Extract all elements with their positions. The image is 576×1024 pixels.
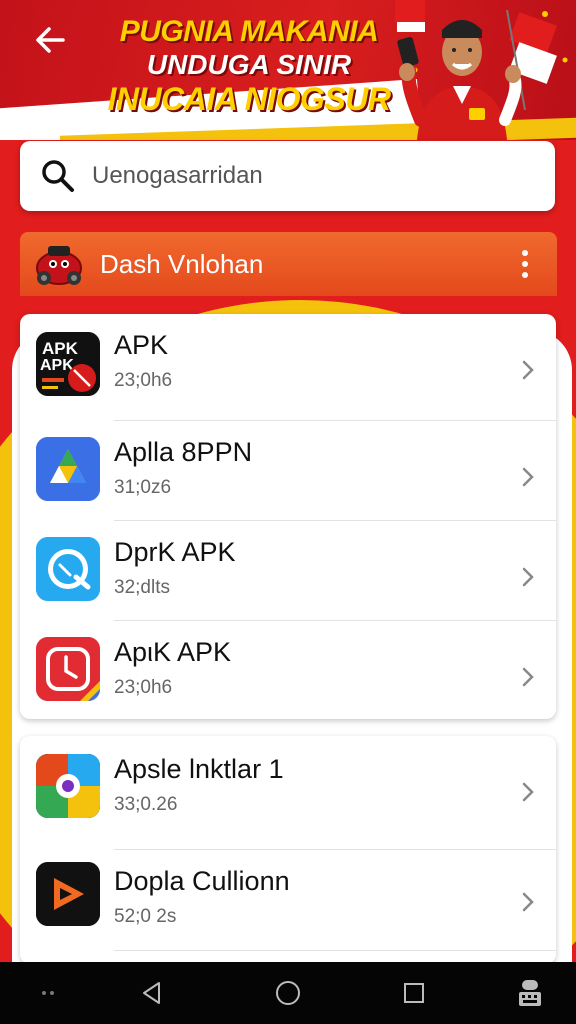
app-name: DprK APK [114, 537, 236, 567]
app-list-card-secondary: Apsle lnktlar 1 33;0.26 Dopla Cullionn 5… [20, 736, 556, 964]
list-item-apk[interactable]: APK APK APK 23;0h6 [20, 314, 556, 414]
app-size: 32;dlts [114, 577, 170, 598]
list-item-aplla[interactable]: Aplla 8PPN 31;0z6 [20, 421, 556, 521]
arrow-left-icon [36, 27, 65, 53]
promo-person-image [395, 0, 568, 140]
section-title: Dash Vnlohan [100, 248, 264, 279]
apk-red-icon: APK APK [36, 332, 100, 396]
search-input[interactable] [92, 162, 512, 190]
chevron-right-icon [522, 782, 534, 802]
circle-home-icon [276, 981, 300, 1005]
more-vert-icon [522, 250, 528, 257]
app-size: 52;0 2s [114, 906, 177, 927]
list-item-dprk[interactable]: DprK APK 32;dlts [20, 521, 556, 621]
app-name: Dopla Cullionn [114, 866, 290, 896]
app-size: 23;0h6 [114, 677, 173, 698]
system-nav-bar [0, 962, 576, 1024]
blue-chat-icon [36, 537, 100, 601]
app-name: Apsle lnktlar 1 [114, 754, 284, 784]
list-item-apik[interactable]: ApιK APK 23;0h6 [20, 621, 556, 721]
promo-banner[interactable]: PUGNIA MAKANIA UNDUGA SINIR INUCAIA NIOG… [0, 0, 576, 140]
chevron-right-icon [522, 360, 534, 380]
app-size: 31;0z6 [114, 477, 172, 498]
chevron-right-icon [522, 892, 534, 912]
nav-home-button[interactable] [268, 976, 308, 1010]
svg-text:APK: APK [42, 339, 79, 358]
drive-triangle-icon [36, 437, 100, 501]
nav-back-button[interactable] [134, 976, 170, 1010]
nav-recents-button[interactable] [396, 976, 432, 1010]
app-size: 33;0.26 [114, 794, 178, 815]
red-clock-icon [36, 637, 100, 701]
nav-dots-icon [36, 976, 60, 1010]
keyboard-icon [519, 980, 541, 1006]
divider [114, 950, 556, 951]
mascot-icon [36, 246, 82, 285]
app-size: 23;0h6 [114, 370, 173, 391]
banner-line-1: PUGNIA MAKANIA [119, 15, 379, 48]
list-item-apsle[interactable]: Apsle lnktlar 1 33;0.26 [20, 736, 556, 836]
app-name: Aplla 8PPN [114, 437, 253, 467]
square-recents-icon [404, 983, 424, 1003]
app-list-card: APK APK APK 23;0h6 Aplla 8PPN 31;0z6 Dpr… [20, 314, 556, 719]
orange-play-icon [36, 862, 100, 926]
search-icon [42, 160, 74, 192]
banner-line-3: INUCAIA NIOGSUR [107, 80, 391, 117]
banner-headline: PUGNIA MAKANIA UNDUGA SINIR INUCAIA NIOG… [104, 16, 394, 116]
banner-line-2: UNDUGA SINIR [146, 48, 352, 80]
nav-accessibility-button[interactable] [510, 976, 550, 1010]
list-item-dopla[interactable]: Dopla Cullionn 52;0 2s [20, 850, 556, 950]
chevron-right-icon [522, 567, 534, 587]
chevron-right-icon [522, 467, 534, 487]
game-collage-icon [36, 754, 100, 818]
more-options-button[interactable] [513, 248, 537, 280]
app-name: APK [114, 330, 169, 360]
chevron-right-icon [522, 667, 534, 687]
back-button[interactable] [28, 20, 72, 60]
section-header: Dash Vnlohan [20, 232, 557, 296]
triangle-back-icon [143, 982, 160, 1004]
search-bar[interactable] [20, 141, 555, 211]
app-name: ApιK APK [114, 637, 232, 667]
svg-text:APK: APK [40, 357, 74, 374]
